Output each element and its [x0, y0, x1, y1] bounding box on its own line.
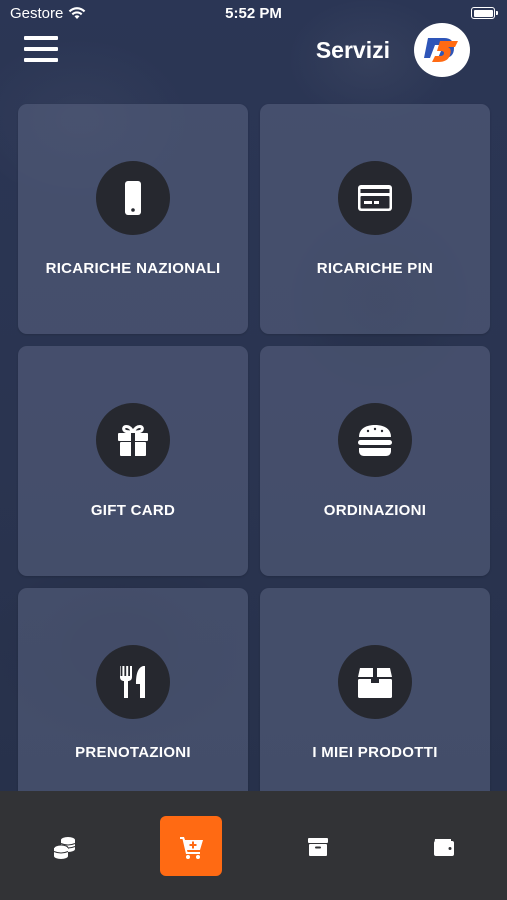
icon-circle: [338, 645, 412, 719]
icon-circle: [96, 645, 170, 719]
service-card-prenotazioni[interactable]: PRENOTAZIONI: [18, 588, 248, 818]
service-label: PRENOTAZIONI: [75, 744, 191, 761]
icon-circle: [96, 403, 170, 477]
box-icon: [358, 668, 392, 698]
service-label: RICARICHE NAZIONALI: [45, 260, 221, 277]
fork-knife-icon: [120, 666, 145, 698]
app-logo-avatar[interactable]: [414, 23, 470, 77]
service-card-ordinazioni[interactable]: ORDINAZIONI: [260, 346, 490, 576]
icon-circle: [96, 161, 170, 235]
cart-plus-icon: [180, 837, 203, 859]
service-label: RICARICHE PIN: [316, 260, 434, 277]
icon-circle: [338, 403, 412, 477]
tab-coins[interactable]: [33, 816, 95, 876]
status-bar: Gestore 5:52 PM: [0, 0, 507, 28]
wallet-icon: [434, 839, 454, 856]
service-label: GIFT CARD: [90, 502, 176, 519]
service-label: I MIEI PRODOTTI: [312, 744, 438, 761]
icon-circle: [338, 161, 412, 235]
gift-icon: [118, 425, 148, 456]
tab-wallet[interactable]: [412, 816, 474, 876]
bottom-tab-bar: [0, 791, 507, 900]
archive-icon: [308, 838, 328, 856]
hamburger-menu-button[interactable]: [24, 34, 58, 66]
burger-icon: [358, 425, 392, 456]
mobile-phone-icon: [125, 181, 141, 215]
app-logo-icon: [424, 38, 458, 62]
service-card-gift-card[interactable]: GIFT CARD: [18, 346, 248, 576]
battery-icon: [471, 7, 498, 19]
service-card-ricariche-nazionali[interactable]: RICARICHE NAZIONALI: [18, 104, 248, 334]
page-title: Servizi: [315, 37, 390, 63]
credit-card-icon: [358, 185, 392, 211]
service-card-i-miei-prodotti[interactable]: I MIEI PRODOTTI: [260, 588, 490, 818]
tab-cart[interactable]: [160, 816, 222, 876]
coins-icon: [53, 837, 76, 859]
service-label: ORDINAZIONI: [323, 502, 427, 519]
service-card-ricariche-pin[interactable]: RICARICHE PIN: [260, 104, 490, 334]
clock: 5:52 PM: [225, 5, 282, 22]
tab-archive[interactable]: [286, 816, 348, 876]
